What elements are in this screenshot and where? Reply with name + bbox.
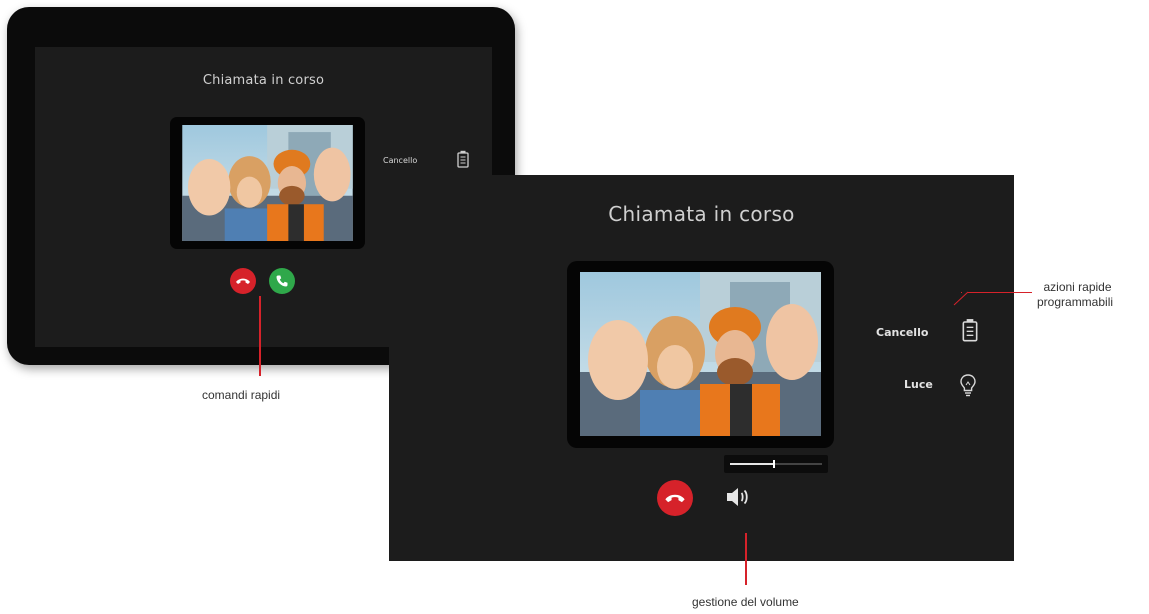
answer-button[interactable]: [269, 268, 295, 294]
quick-actions-callout-pointer: [953, 291, 969, 306]
volume-caption: gestione del volume: [692, 595, 799, 609]
volume-callout-line: [745, 533, 747, 585]
call-status-title: Chiamata in corso: [608, 202, 795, 226]
video-feed-image: [179, 125, 356, 241]
phone-hangup-icon: [665, 494, 685, 503]
quick-actions-caption: azioni rapide programmabili: [1037, 280, 1113, 310]
call-status-title: Chiamata in corso: [202, 73, 325, 88]
quick-action-label[interactable]: Cancello: [383, 156, 417, 165]
volume-slider[interactable]: [724, 455, 828, 473]
quick-commands-caption: comandi rapidi: [202, 388, 281, 402]
hangup-button[interactable]: [657, 480, 693, 516]
quick-actions-caption-line2: programmabili: [1037, 295, 1114, 309]
phone-hangup-icon: [236, 278, 250, 284]
quick-action-cancello-label[interactable]: Cancello: [876, 326, 928, 339]
video-frame: [567, 261, 834, 448]
volume-fill: [730, 463, 775, 465]
quick-action-luce-label[interactable]: Luce: [904, 378, 933, 391]
speaker-button[interactable]: [724, 484, 752, 514]
lightbulb-icon[interactable]: [959, 373, 977, 401]
quick-actions-callout-line: [968, 292, 1032, 293]
gate-icon[interactable]: [962, 318, 978, 346]
gate-icon[interactable]: [457, 150, 469, 172]
video-feed-image: [580, 272, 821, 436]
volume-knob[interactable]: [773, 460, 776, 468]
phone-answer-icon: [276, 275, 288, 287]
hangup-button[interactable]: [230, 268, 256, 294]
speaker-icon: [727, 488, 748, 506]
quick-commands-callout-line: [259, 296, 261, 376]
video-frame: [170, 117, 365, 249]
quick-actions-caption-line1: azioni rapide: [1043, 280, 1112, 294]
large-intercom-screen: Chiamata in corso Cancello Luce: [389, 175, 1014, 561]
